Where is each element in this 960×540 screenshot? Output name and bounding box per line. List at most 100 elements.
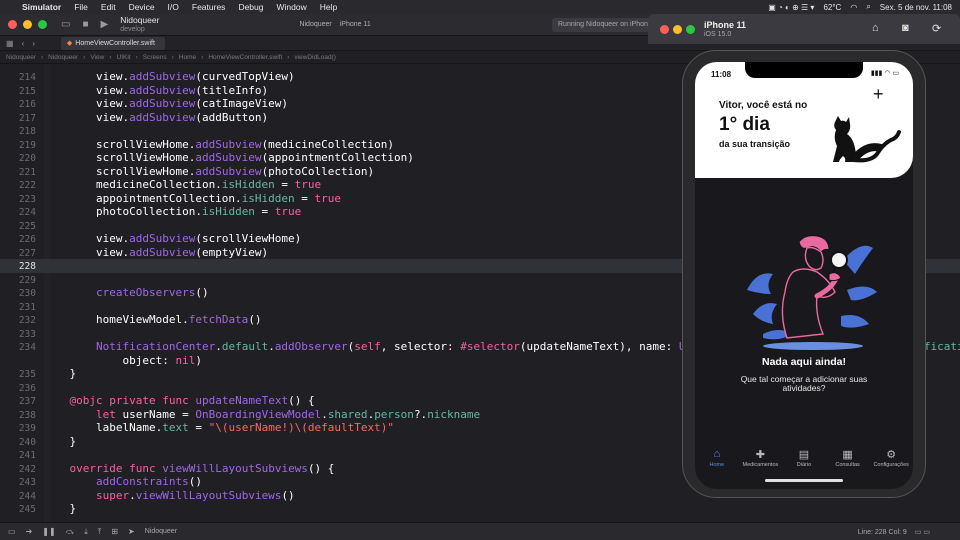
code-text: @objc private func updateNameText() { — [69, 394, 315, 407]
back-icon[interactable]: ‹ — [22, 39, 25, 48]
breakpoint-icon[interactable]: ➔ — [26, 527, 33, 536]
step-out-icon[interactable]: ⤒ — [98, 527, 102, 537]
jump-item[interactable]: Nidoqueer — [6, 54, 36, 61]
house-icon: ⌂ — [713, 448, 721, 460]
line-number[interactable]: 233 — [0, 328, 36, 342]
notebook-icon: ▤ — [798, 449, 810, 461]
show-debug-area-icon[interactable]: ▭ — [8, 527, 16, 536]
location-icon[interactable]: ➤ — [128, 527, 135, 536]
jump-item[interactable]: HomeViewController.swift — [208, 54, 282, 61]
notch — [745, 62, 863, 78]
line-number[interactable]: 217 — [0, 112, 36, 126]
jump-item[interactable]: UIKit — [117, 54, 131, 61]
line-number[interactable]: 234 — [0, 341, 36, 355]
clock[interactable]: Sex. 5 de nov. 11:08 — [880, 3, 952, 12]
line-number[interactable]: 215 — [0, 85, 36, 99]
zoom-window-button[interactable] — [38, 20, 47, 29]
screenshot-icon[interactable]: ◙ — [902, 22, 909, 34]
tab-consultas[interactable]: ▦ Consultas — [826, 448, 870, 476]
debug-target[interactable]: Nidoqueer — [145, 528, 177, 535]
line-number[interactable]: 225 — [0, 220, 36, 234]
sim-close-button[interactable] — [660, 25, 669, 34]
menu-window[interactable]: Window — [277, 2, 307, 12]
search-icon[interactable]: ⌕ — [866, 2, 870, 12]
sim-minimize-button[interactable] — [673, 25, 682, 34]
menu-file[interactable]: File — [74, 2, 88, 12]
line-number[interactable]: 238 — [0, 409, 36, 423]
line-number[interactable]: 244 — [0, 490, 36, 504]
stop-icon[interactable]: ■ — [82, 19, 88, 30]
line-number[interactable]: 218 — [0, 125, 36, 139]
line-number[interactable]: 232 — [0, 314, 36, 328]
tab-homeviewcontroller[interactable]: ◆ HomeViewController.swift — [60, 36, 165, 50]
sim-zoom-button[interactable] — [686, 25, 695, 34]
line-number[interactable]: 236 — [0, 382, 36, 396]
jump-item[interactable]: Screens — [143, 54, 167, 61]
tab-home[interactable]: ⌂ Home — [695, 448, 739, 476]
add-button[interactable]: + — [873, 84, 884, 105]
menu-debug[interactable]: Debug — [238, 2, 263, 12]
step-over-icon[interactable]: ⤼ — [66, 527, 75, 537]
line-number[interactable]: 223 — [0, 193, 36, 207]
empty-state-title: Nada aqui ainda! — [761, 356, 846, 368]
tab-medicamentos[interactable]: ✚ Medicamentos — [739, 448, 783, 476]
code-text: } — [43, 502, 77, 515]
debug-view-icon[interactable]: ⊞ — [111, 527, 118, 536]
line-number[interactable]: 220 — [0, 152, 36, 166]
line-number[interactable]: 229 — [0, 274, 36, 288]
layout-toggle-icon[interactable]: ▭ ▭ — [915, 528, 930, 536]
menu-features[interactable]: Features — [192, 2, 226, 12]
run-icon[interactable]: ▶ — [101, 19, 109, 30]
line-number[interactable]: 240 — [0, 436, 36, 450]
jump-item[interactable]: Home — [179, 54, 196, 61]
line-number[interactable]: 228 — [0, 260, 36, 274]
code-text: view.addSubview(catImageView) — [43, 97, 289, 110]
line-number[interactable]: 231 — [0, 301, 36, 315]
wifi-icon[interactable]: ◠ — [850, 3, 857, 12]
menu-help[interactable]: Help — [320, 2, 337, 12]
jump-item[interactable]: viewDidLoad() — [294, 54, 336, 61]
close-window-button[interactable] — [8, 20, 17, 29]
line-number[interactable]: 237 — [0, 395, 36, 409]
navigator-toggle-icon[interactable]: ▭ — [61, 19, 70, 30]
line-number[interactable]: 235 — [0, 368, 36, 382]
line-number[interactable]: 216 — [0, 98, 36, 112]
forward-icon[interactable]: › — [32, 39, 35, 48]
menu-device[interactable]: Device — [129, 2, 155, 12]
jump-item[interactable]: View — [90, 54, 104, 61]
menu-simulator[interactable]: Simulator — [22, 2, 61, 12]
line-number[interactable]: 230 — [0, 287, 36, 301]
rotate-icon[interactable]: ⟳ — [932, 22, 941, 35]
destination-device[interactable]: iPhone 11 — [340, 21, 371, 28]
pause-icon[interactable]: ❚❚ — [42, 527, 55, 536]
tab-configurações[interactable]: ⚙ Configurações — [869, 448, 913, 476]
line-number[interactable]: 239 — [0, 422, 36, 436]
code-line[interactable]: 245 } — [0, 502, 960, 516]
grid-icon[interactable]: ▦ — [6, 39, 14, 48]
line-number[interactable]: 243 — [0, 476, 36, 490]
line-number[interactable]: 221 — [0, 166, 36, 180]
line-number[interactable]: 245 — [0, 503, 36, 517]
line-number[interactable]: 222 — [0, 179, 36, 193]
menu-edit[interactable]: Edit — [101, 2, 116, 12]
line-number[interactable]: 241 — [0, 449, 36, 463]
home-icon[interactable]: ⌂ — [872, 22, 879, 34]
status-icons[interactable]: ▣ ◔ ◐ ⊕ ☰ ▾ — [768, 3, 814, 12]
line-number[interactable]: 219 — [0, 139, 36, 153]
scheme-info[interactable]: Nidoqueer develop — [120, 15, 159, 34]
jump-item[interactable]: Nidoqueer — [48, 54, 78, 61]
home-indicator[interactable] — [765, 479, 843, 482]
temperature-readout[interactable]: 62°C — [823, 3, 841, 12]
minimize-window-button[interactable] — [23, 20, 32, 29]
step-in-icon[interactable]: ⤓ — [84, 527, 88, 537]
line-number[interactable]: 242 — [0, 463, 36, 477]
menu-io[interactable]: I/O — [168, 2, 179, 12]
line-number[interactable]: 214 — [0, 71, 36, 85]
line-number[interactable]: 224 — [0, 206, 36, 220]
line-number[interactable]: 227 — [0, 247, 36, 261]
device-screen[interactable]: 11:08 ▮▮▮ ◠ ▭ Vitor, você está no 1° dia… — [695, 62, 913, 489]
code-text: object: nil) — [43, 353, 202, 367]
line-number[interactable]: 226 — [0, 233, 36, 247]
tab-diário[interactable]: ▤ Diário — [782, 448, 826, 476]
destination-app[interactable]: Nidoqueer — [299, 21, 331, 28]
